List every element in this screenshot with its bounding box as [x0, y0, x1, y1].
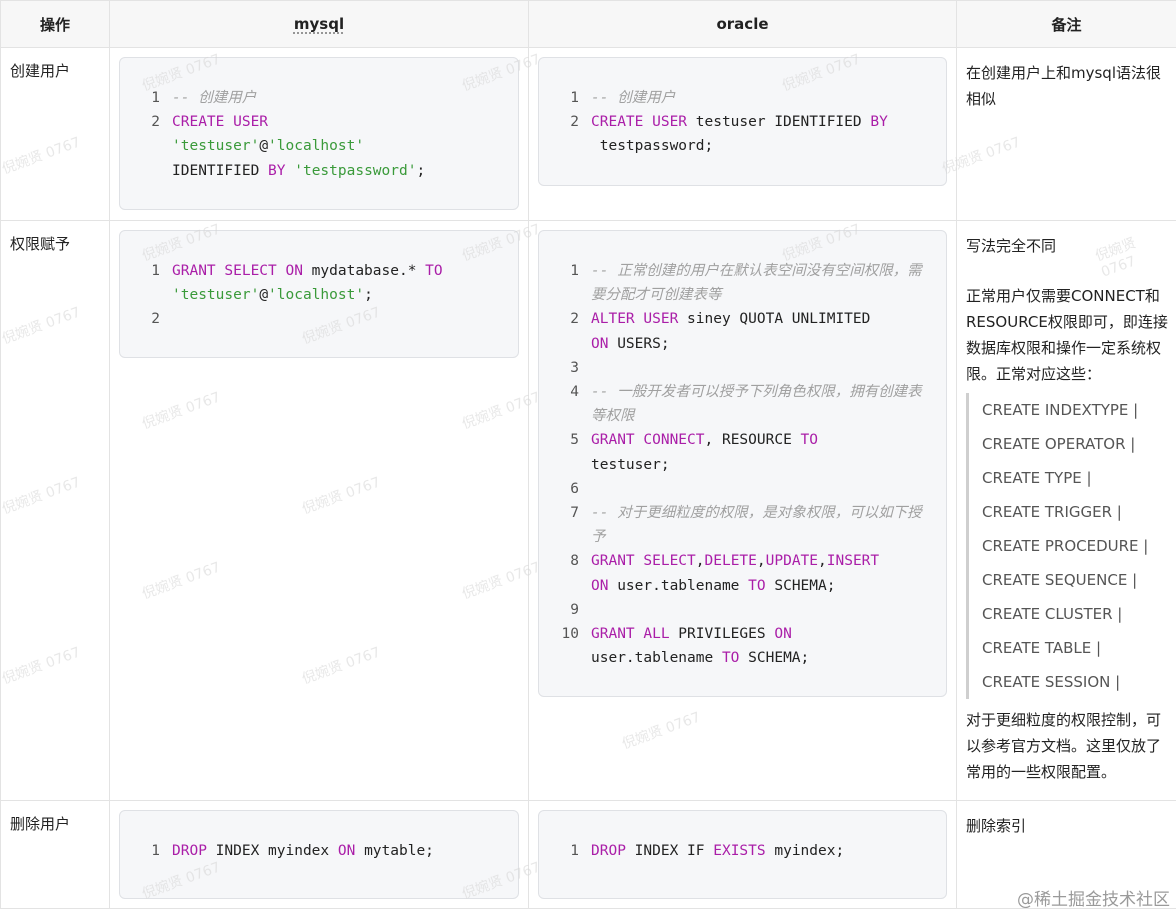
op-cell: 删除用户: [0, 800, 110, 909]
line-number: 3: [570, 359, 579, 376]
code-line: 2 ALTER USER siney QUOTA UNLIMITED ON USE…: [539, 307, 936, 355]
code-line: 1 GRANT SELECT ON mydatabase.* TO 'testus…: [120, 259, 508, 307]
line-number: 1: [570, 90, 579, 106]
code-text: -- 对于更细粒度的权限，是对象权限，可以如下授予: [591, 505, 922, 546]
note-cell: 在创建用户上和mysql语法很相似: [956, 47, 1176, 221]
code-block[interactable]: 1 -- 创建用户 2 CREATE USER testuser IDENTIFIED…: [538, 57, 947, 186]
code-line: 9: [539, 598, 936, 622]
line-number: 9: [570, 601, 579, 618]
line-number: 10: [561, 626, 579, 643]
code-line: 5 GRANT CONNECT, RESOURCE TO testuser;: [539, 428, 936, 476]
list-item: CREATE SEQUENCE |: [982, 571, 1138, 589]
header-row: 操作 mysql oracle 备注: [0, 0, 1176, 48]
code-text: -- 创建用户: [591, 90, 676, 106]
code-line: 10 GRANT ALL PRIVILEGES ON user.tablename…: [539, 622, 936, 670]
note-para: 正常用户仅需要CONNECT和RESOURCE权限即可，即连接数据库权限和操作一…: [966, 287, 1168, 383]
code-line: 1 -- 创建用户: [539, 86, 936, 110]
code-text: CREATE USER testuser IDENTIFIED BY testp…: [591, 114, 888, 155]
line-number: 1: [151, 843, 160, 859]
code-text: DROP INDEX IF EXISTS myindex;: [591, 843, 845, 859]
privilege-list: CREATE INDEXTYPE | CREATE OPERATOR | CRE…: [966, 393, 1170, 699]
list-item: CREATE SESSION |: [982, 673, 1121, 691]
header-op: 操作: [0, 0, 110, 48]
header-note: 备注: [956, 0, 1176, 48]
code-line: 1 -- 创建用户: [120, 86, 508, 110]
code-line: 2: [120, 307, 508, 331]
table-row: 删除用户 1 DROP INDEX myindex ON mytable; 1 DR…: [0, 800, 1176, 909]
line-number: 1: [570, 843, 579, 859]
list-item: CREATE INDEXTYPE |: [982, 401, 1139, 419]
line-number: 2: [570, 311, 579, 328]
list-item: CREATE OPERATOR |: [982, 435, 1136, 453]
line-number: 1: [151, 263, 160, 279]
header-mysql: mysql: [109, 0, 529, 48]
code-line: 1 -- 正常创建的用户在默认表空间没有空间权限，需要分配才可创建表等: [539, 259, 936, 307]
table-row: 创建用户 1 -- 创建用户 2 CREATE USER 'testuser'@'lo…: [0, 47, 1176, 221]
header-mysql-label: mysql: [293, 15, 345, 33]
line-number: 6: [570, 480, 579, 497]
line-number: 1: [570, 263, 579, 279]
list-item: CREATE TABLE |: [982, 639, 1102, 657]
line-number: 2: [151, 114, 160, 131]
line-number: 2: [570, 114, 579, 131]
code-line: 1 DROP INDEX IF EXISTS myindex;: [539, 839, 936, 863]
code-text: ALTER USER siney QUOTA UNLIMITED ON USER…: [591, 311, 871, 352]
code-block[interactable]: 1 DROP INDEX myindex ON mytable;: [119, 810, 519, 899]
list-item: CREATE PROCEDURE |: [982, 537, 1149, 555]
code-line: 6: [539, 477, 936, 501]
code-line: 3: [539, 356, 936, 380]
code-text: -- 正常创建的用户在默认表空间没有空间权限，需要分配才可创建表等: [591, 263, 922, 304]
footer-watermark: @稀土掘金技术社区: [1017, 890, 1170, 910]
mysql-cell: 1 DROP INDEX myindex ON mytable;: [109, 800, 529, 909]
note-outro: 对于更细粒度的权限控制，可以参考官方文档。这里仅放了常用的一些权限配置。: [966, 711, 1162, 781]
code-line: 4 -- 一般开发者可以授予下列角色权限，拥有创建表等权限: [539, 380, 936, 428]
code-block[interactable]: 1 -- 正常创建的用户在默认表空间没有空间权限，需要分配才可创建表等 2 ALTER…: [538, 230, 947, 697]
line-number: 7: [570, 505, 579, 522]
code-block[interactable]: 1 GRANT SELECT ON mydatabase.* TO 'testus…: [119, 230, 519, 358]
note-cell: 写法完全不同 正常用户仅需要CONNECT和RESOURCE权限即可，即连接数据…: [956, 220, 1176, 801]
code-line: 8 GRANT SELECT,DELETE,UPDATE,INSERT ON us…: [539, 549, 936, 597]
line-number: 1: [151, 90, 160, 106]
table-row: 权限赋予 1 GRANT SELECT ON mydatabase.* TO 't…: [0, 220, 1176, 801]
note-text: 删除索引: [966, 817, 1027, 835]
header-oracle: oracle: [528, 0, 957, 48]
op-cell: 权限赋予: [0, 220, 110, 801]
line-number: 8: [570, 553, 579, 570]
line-number: 5: [570, 432, 579, 449]
list-item: CREATE TYPE |: [982, 469, 1092, 487]
note-text: 在创建用户上和mysql语法很相似: [966, 64, 1161, 108]
code-text: -- 一般开发者可以授予下列角色权限，拥有创建表等权限: [591, 384, 922, 425]
code-text: GRANT SELECT ON mydatabase.* TO 'testuse…: [172, 263, 443, 304]
code-line: 7 -- 对于更细粒度的权限，是对象权限，可以如下授予: [539, 501, 936, 549]
code-line: 2 CREATE USER testuser IDENTIFIED BY test…: [539, 110, 936, 158]
oracle-cell: 1 -- 创建用户 2 CREATE USER testuser IDENTIFIED…: [528, 47, 957, 221]
comparison-table: 操作 mysql oracle 备注 创建用户 1 -- 创建用户 2 CREATE …: [0, 0, 1176, 909]
code-text: -- 创建用户: [172, 90, 257, 106]
line-number: 4: [570, 384, 579, 401]
code-text: GRANT ALL PRIVILEGES ON user.tablename T…: [591, 626, 810, 667]
code-block[interactable]: 1 DROP INDEX IF EXISTS myindex;: [538, 810, 947, 899]
code-line: 2 CREATE USER 'testuser'@'localhost' IDEN…: [120, 110, 508, 183]
mysql-cell: 1 GRANT SELECT ON mydatabase.* TO 'testus…: [109, 220, 529, 801]
note-intro: 写法完全不同: [966, 237, 1057, 255]
list-item: CREATE CLUSTER |: [982, 605, 1123, 623]
oracle-cell: 1 -- 正常创建的用户在默认表空间没有空间权限，需要分配才可创建表等 2 ALTER…: [528, 220, 957, 801]
code-text: GRANT SELECT,DELETE,UPDATE,INSERT ON use…: [591, 553, 880, 594]
mysql-cell: 1 -- 创建用户 2 CREATE USER 'testuser'@'localho…: [109, 47, 529, 221]
list-item: CREATE TRIGGER |: [982, 503, 1122, 521]
code-line: 1 DROP INDEX myindex ON mytable;: [120, 839, 508, 863]
code-text: DROP INDEX myindex ON mytable;: [172, 843, 434, 859]
oracle-cell: 1 DROP INDEX IF EXISTS myindex;: [528, 800, 957, 909]
line-number: 2: [151, 311, 160, 328]
code-text: CREATE USER 'testuser'@'localhost' IDENT…: [172, 114, 426, 179]
op-cell: 创建用户: [0, 47, 110, 221]
code-block[interactable]: 1 -- 创建用户 2 CREATE USER 'testuser'@'localho…: [119, 57, 519, 210]
code-text: GRANT CONNECT, RESOURCE TO testuser;: [591, 432, 818, 473]
